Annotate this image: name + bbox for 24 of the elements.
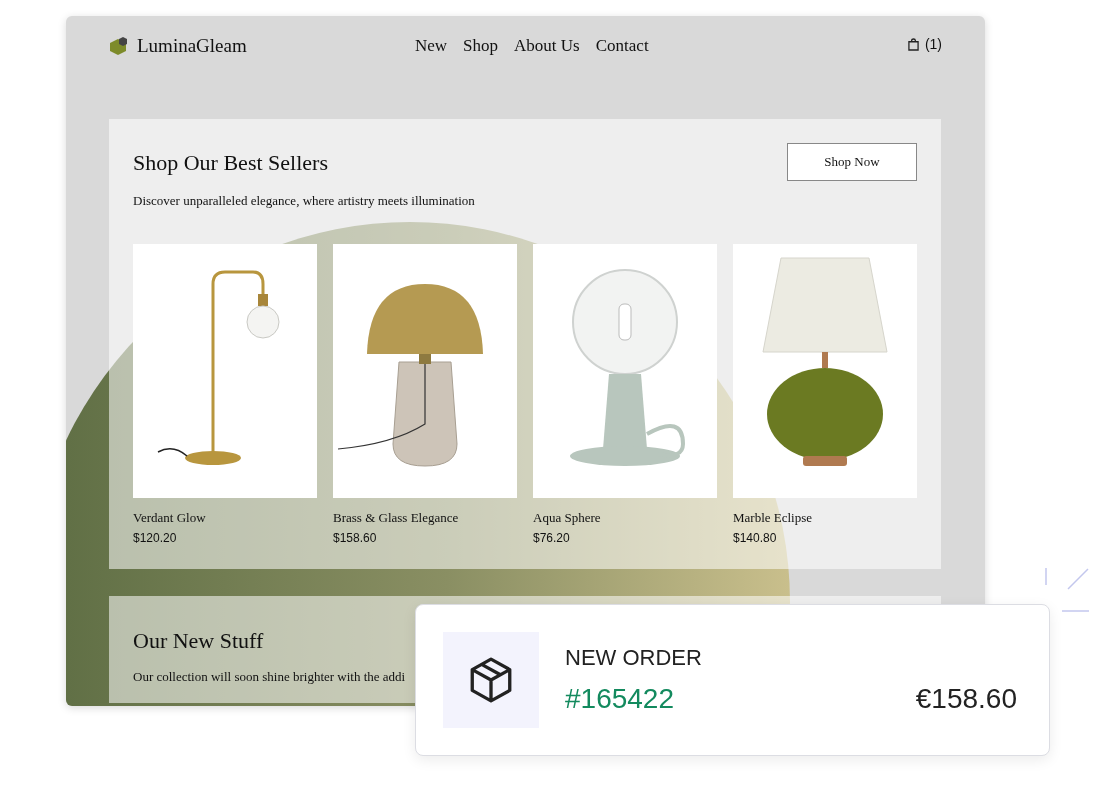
nav-link[interactable]: Contact <box>595 33 649 59</box>
burst-lines-icon <box>1044 567 1090 613</box>
product-name[interactable]: Aqua Sphere <box>533 507 717 527</box>
nav-link[interactable]: About Us <box>514 33 580 59</box>
product-name[interactable]: Marble Eclipse <box>733 507 917 527</box>
product-price: $120.20 <box>133 530 178 547</box>
cart-button[interactable]: (1) <box>907 33 942 55</box>
product-price: $140.80 <box>733 530 778 547</box>
order-amount: €158.60 <box>915 681 1017 716</box>
product-name[interactable]: Brass & Glass Elegance <box>333 507 517 527</box>
nav-link[interactable]: New <box>415 33 448 59</box>
shopping-bag-icon <box>907 37 919 51</box>
section-subtitle: Discover unparalleled elegance, where artistry meets illumination <box>133 192 475 210</box>
section-title: Our New Stuff <box>133 627 265 655</box>
section-text: Our collection will soon shine brighter with the addi <box>133 668 407 686</box>
product-price: $76.20 <box>533 530 571 547</box>
nav-link[interactable]: Shop <box>463 33 499 59</box>
product-name[interactable]: Verdant Glow <box>133 507 317 527</box>
order-number[interactable]: #165422 <box>565 677 674 720</box>
shop-now-button[interactable]: Shop Now <box>787 143 917 181</box>
order-label: NEW ORDER <box>565 643 703 672</box>
product-price: $158.60 <box>333 530 378 547</box>
brand-name[interactable]: LuminaGleam <box>137 31 247 61</box>
section-title: Shop Our Best Sellers <box>133 149 329 177</box>
